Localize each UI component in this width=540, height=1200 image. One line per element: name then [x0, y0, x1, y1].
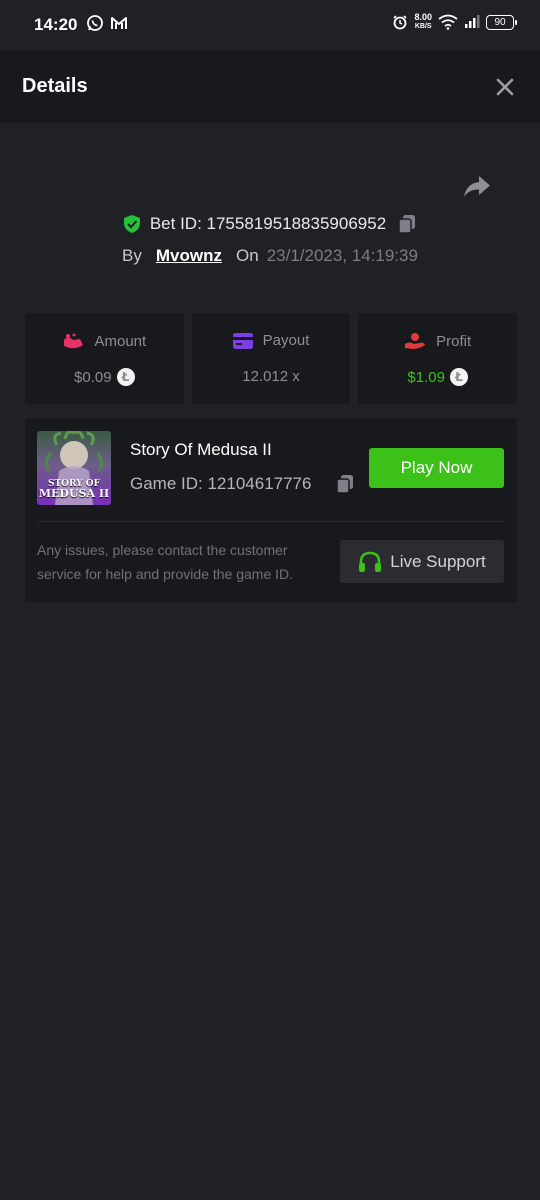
battery-indicator: 90	[486, 14, 517, 30]
game-thumbnail[interactable]: STORY OF MEDUSA II	[37, 431, 111, 505]
stat-amount: Amount $0.09 Ł	[25, 313, 184, 404]
details-header: Details	[0, 50, 540, 123]
username-link[interactable]: Mvownz	[156, 246, 222, 266]
bet-id: Bet ID: 1755819518835906952	[149, 214, 387, 233]
on-label: On	[236, 246, 259, 265]
bet-stats: Amount $0.09 Ł Payout 12.012 x Profit $1…	[25, 313, 518, 404]
game-name: Story Of Medusa II	[130, 440, 272, 459]
copy-icon[interactable]	[334, 473, 356, 495]
status-bar: 14:20 8.00 KB/S 90	[0, 0, 540, 50]
stat-label: Amount	[94, 332, 147, 350]
stat-value: $0.09	[74, 368, 112, 386]
status-time: 14:20	[34, 15, 78, 34]
live-support-label: Live Support	[390, 551, 486, 571]
stat-payout: Payout 12.012 x	[191, 313, 351, 404]
stat-label: Profit	[436, 332, 472, 350]
divider	[37, 521, 505, 522]
litecoin-icon: Ł	[449, 368, 468, 386]
share-icon[interactable]	[463, 174, 491, 200]
wifi-icon	[438, 14, 458, 30]
mail-icon	[111, 17, 127, 29]
page-title: Details	[22, 75, 88, 97]
game-card: STORY OF MEDUSA II Story Of Medusa II Ga…	[25, 418, 517, 602]
live-support-button[interactable]: Live Support	[340, 540, 504, 583]
thumb-title-line2: MEDUSA II	[38, 487, 110, 500]
alarm-icon	[393, 15, 408, 30]
stat-value: $1.09	[407, 368, 445, 386]
signal-icon	[465, 15, 480, 28]
bet-datetime: 23/1/2023, 14:19:39	[266, 246, 418, 265]
network-speed: 8.00 KB/S	[414, 12, 432, 31]
shield-check-icon	[123, 215, 140, 233]
wallet-icon	[64, 333, 84, 349]
headset-icon	[359, 551, 382, 572]
hand-coin-icon	[405, 333, 426, 349]
copy-icon[interactable]	[396, 213, 418, 235]
stat-value: 12.012 x	[242, 368, 300, 385]
support-notice: Any issues, please contact the customer …	[37, 542, 294, 582]
play-now-button[interactable]: Play Now	[369, 448, 504, 488]
card-icon	[232, 332, 253, 349]
stat-label: Payout	[262, 332, 310, 349]
by-label: By	[122, 246, 142, 265]
litecoin-icon: Ł	[116, 368, 135, 386]
bet-meta-row: By Mvownz On 23/1/2023, 14:19:39	[0, 244, 540, 268]
stat-profit: Profit $1.09 Ł	[358, 313, 518, 404]
game-id: Game ID: 12104617776	[130, 474, 312, 493]
close-icon[interactable]	[494, 76, 516, 98]
whatsapp-icon	[87, 15, 103, 31]
bet-id-row: Bet ID: 1755819518835906952	[0, 211, 540, 237]
